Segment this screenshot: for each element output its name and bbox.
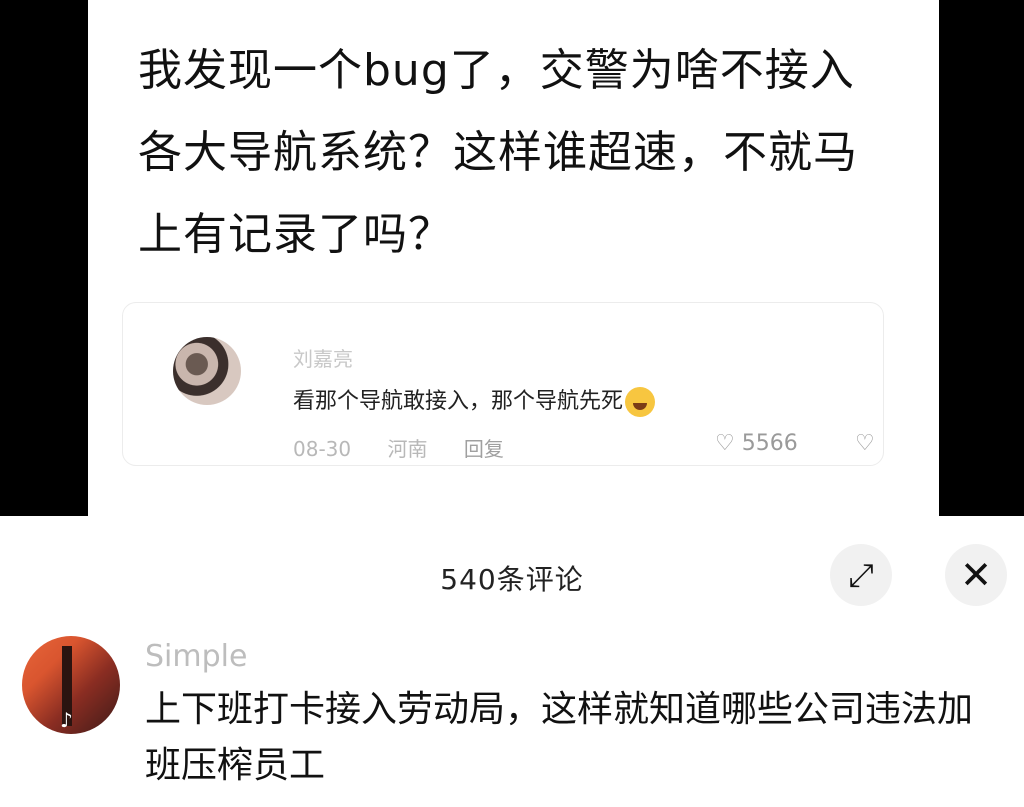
post-panel: 我发现一个bug了，交警为啥不接入各大导航系统？这样谁超速，不就马上有记录了吗？… <box>88 0 939 516</box>
tiktok-icon: ♪ <box>60 708 73 732</box>
expand-icon: ⤢ <box>848 555 874 594</box>
close-icon: ✕ <box>960 553 992 597</box>
rolling-laughing-icon <box>625 387 656 417</box>
quoted-text-body: 看那个导航敢接入，那个导航先死 <box>293 389 624 414</box>
like-count: 5566 <box>741 431 798 456</box>
broken-heart-icon[interactable]: ♡ <box>855 431 875 456</box>
quoted-meta: 08-30 河南 回复 <box>293 433 534 462</box>
heart-icon: ♡ <box>715 431 735 456</box>
comment-text: 上下班打卡接入劳动局，这样就知道哪些公司违法加班压榨员工 <box>145 689 974 786</box>
quoted-text: 看那个导航敢接入，那个导航先死 <box>293 383 656 417</box>
quoted-author[interactable]: 刘嘉亮 <box>293 343 353 372</box>
reply-button[interactable]: 回复 <box>464 437 504 461</box>
comments-sheet: 540条评论 ⤢ ✕ ♪ Simple 上下班打卡接入劳动局，这样就知道哪些公司… <box>0 516 1024 807</box>
quoted-location: 河南 <box>387 437 428 461</box>
expand-button[interactable]: ⤢ <box>830 544 892 606</box>
post-text: 我发现一个bug了，交警为啥不接入各大导航系统？这样谁超速，不就马上有记录了吗？ <box>138 45 858 260</box>
commenter-name[interactable]: Simple <box>145 639 247 674</box>
quoted-avatar[interactable] <box>173 337 241 405</box>
quoted-comment-card[interactable]: 刘嘉亮 看那个导航敢接入，那个导航先死 08-30 河南 回复 ♡ 5566 ♡ <box>122 302 884 466</box>
close-button[interactable]: ✕ <box>945 544 1007 606</box>
like-button[interactable]: ♡ 5566 <box>715 431 798 456</box>
quoted-date: 08-30 <box>293 437 352 461</box>
